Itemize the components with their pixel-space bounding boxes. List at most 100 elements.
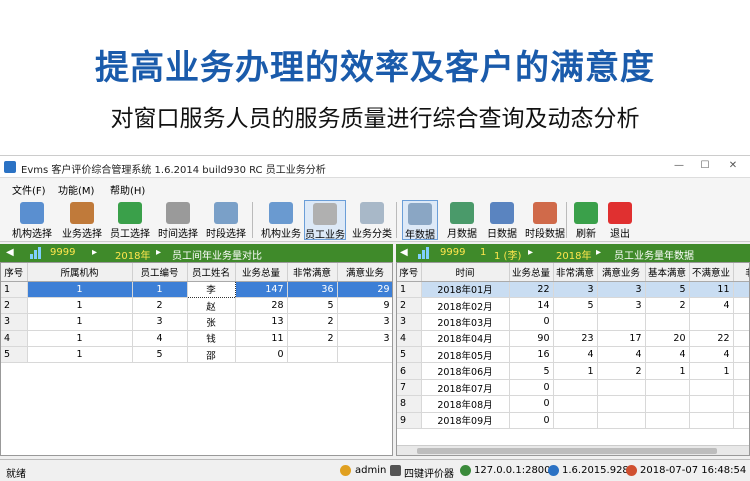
- right-horizontal-scrollbar[interactable]: [397, 445, 749, 455]
- table-row[interactable]: 2 1 2 赵 28 5 9: [1, 297, 392, 315]
- table-cell[interactable]: 2: [645, 297, 690, 315]
- table-cell[interactable]: 4: [132, 330, 188, 348]
- table-cell[interactable]: 11: [689, 281, 734, 298]
- table-cell[interactable]: [597, 313, 646, 331]
- table-cell[interactable]: 28: [235, 297, 288, 315]
- column-header[interactable]: 基本满意: [645, 263, 690, 282]
- table-cell[interactable]: 4: [645, 346, 690, 364]
- table-cell[interactable]: 5: [397, 346, 422, 364]
- table-cell[interactable]: [733, 346, 749, 364]
- menu-help[interactable]: 帮助(H): [110, 182, 145, 197]
- table-row[interactable]: 515邵0: [1, 346, 392, 364]
- close-button[interactable]: ✕: [726, 159, 740, 173]
- table-cell[interactable]: 147: [235, 281, 288, 298]
- table-cell[interactable]: 1: [397, 281, 422, 298]
- column-header[interactable]: 非常满意: [287, 263, 338, 282]
- table-cell[interactable]: 4: [1, 330, 28, 348]
- column-header[interactable]: 时间: [421, 263, 510, 282]
- table-cell[interactable]: 36: [287, 281, 338, 298]
- table-cell[interactable]: 5: [132, 346, 188, 364]
- table-cell[interactable]: 3: [337, 330, 392, 348]
- table-cell[interactable]: 2018年09月: [421, 412, 510, 430]
- table-cell[interactable]: [597, 412, 646, 430]
- table-cell[interactable]: 0: [509, 313, 554, 331]
- table-cell[interactable]: [553, 412, 598, 430]
- left-data-grid[interactable]: 序号 所属机构 员工编号 员工姓名 业务总量 非常满意 满意业务 1 1 1 李 147 36 29 2 1…: [0, 262, 393, 456]
- column-header[interactable]: 员工编号: [132, 263, 188, 282]
- table-cell[interactable]: 李: [186, 280, 236, 298]
- right-arrow-icon[interactable]: ◀: [400, 247, 408, 258]
- table-cell[interactable]: 1: [27, 346, 133, 364]
- table-cell[interactable]: 2018年02月: [421, 297, 510, 315]
- table-cell[interactable]: 4: [597, 346, 646, 364]
- column-header[interactable]: 序号: [1, 263, 28, 282]
- column-header[interactable]: 不满意业: [689, 263, 734, 282]
- table-cell[interactable]: 3: [553, 281, 598, 298]
- toolbar-button-13[interactable]: 刷新: [572, 200, 600, 240]
- toolbar-button-1[interactable]: 机构选择: [12, 200, 52, 240]
- left-year[interactable]: 2018年: [115, 247, 150, 262]
- menu-function[interactable]: 功能(M): [58, 182, 94, 197]
- table-cell[interactable]: [597, 379, 646, 397]
- table-cell[interactable]: 3: [597, 297, 646, 315]
- table-cell[interactable]: [733, 362, 749, 380]
- table-cell[interactable]: [733, 281, 749, 298]
- table-cell[interactable]: 1: [132, 281, 188, 298]
- table-cell[interactable]: 2018年03月: [421, 313, 510, 331]
- table-cell[interactable]: 1: [27, 313, 133, 331]
- table-cell[interactable]: 4: [689, 297, 734, 315]
- table-cell[interactable]: 赵: [187, 297, 236, 315]
- table-cell[interactable]: 0: [235, 346, 288, 364]
- table-cell[interactable]: 2018年05月: [421, 346, 510, 364]
- table-cell[interactable]: 5: [1, 346, 28, 364]
- toolbar-button-6[interactable]: 机构业务: [260, 200, 302, 240]
- column-header[interactable]: 所属机构: [27, 263, 133, 282]
- table-row[interactable]: 2 2018年02月 14 5 3 2 4: [397, 297, 749, 315]
- table-row[interactable]: 1 2018年01月 22 3 3 5 11: [397, 281, 749, 298]
- table-cell[interactable]: [645, 412, 690, 430]
- table-cell[interactable]: 5: [645, 281, 690, 298]
- right-year[interactable]: 2018年: [556, 247, 591, 262]
- table-row[interactable]: 6 2018年06月 5 1 2 1 1: [397, 362, 749, 380]
- table-row[interactable]: 3 2018年03月 0: [397, 313, 749, 331]
- table-cell[interactable]: 13: [235, 313, 288, 331]
- table-cell[interactable]: 2018年01月: [421, 281, 510, 298]
- table-cell[interactable]: 1: [27, 330, 133, 348]
- toolbar-button-12[interactable]: 时段数据: [524, 200, 566, 240]
- column-header[interactable]: 满意业务: [337, 263, 392, 282]
- right-next-icon[interactable]: ▸: [596, 247, 601, 258]
- column-header[interactable]: 非: [733, 263, 749, 282]
- scrollbar-thumb[interactable]: [417, 448, 717, 454]
- table-cell[interactable]: [689, 313, 734, 331]
- table-cell[interactable]: 22: [689, 330, 734, 348]
- table-cell[interactable]: 11: [235, 330, 288, 348]
- toolbar-button-7[interactable]: 员工业务: [304, 200, 346, 241]
- table-cell[interactable]: 张: [187, 313, 236, 331]
- table-cell[interactable]: 2: [397, 297, 422, 315]
- table-cell[interactable]: [733, 395, 749, 413]
- left-arrow-icon[interactable]: ◀: [6, 247, 14, 258]
- toolbar-button-8[interactable]: 业务分类: [350, 200, 394, 240]
- table-cell[interactable]: [689, 412, 734, 430]
- table-cell[interactable]: 邵: [187, 346, 236, 364]
- table-cell[interactable]: 2018年06月: [421, 362, 510, 380]
- table-cell[interactable]: 1: [553, 362, 598, 380]
- table-row[interactable]: 1 1 1 李 147 36 29: [1, 280, 392, 298]
- toolbar-button-14[interactable]: 退出: [606, 200, 634, 240]
- table-cell[interactable]: 2: [287, 313, 338, 331]
- table-cell[interactable]: 1: [1, 281, 28, 298]
- table-cell[interactable]: 90: [509, 330, 554, 348]
- table-row[interactable]: 7 2018年07月 0: [397, 379, 749, 397]
- table-cell[interactable]: 4: [553, 346, 598, 364]
- table-cell[interactable]: 2018年08月: [421, 395, 510, 413]
- maximize-button[interactable]: ☐: [698, 159, 712, 173]
- left-arrow-small-icon[interactable]: ▸: [92, 247, 97, 258]
- table-cell[interactable]: 2: [597, 362, 646, 380]
- table-cell[interactable]: 2018年04月: [421, 330, 510, 348]
- table-cell[interactable]: 3: [1, 313, 28, 331]
- table-cell[interactable]: [733, 412, 749, 430]
- right-mid[interactable]: 1: [480, 247, 486, 258]
- table-cell[interactable]: 3: [337, 313, 392, 331]
- table-cell[interactable]: [553, 313, 598, 331]
- right-code[interactable]: 9999: [440, 247, 465, 258]
